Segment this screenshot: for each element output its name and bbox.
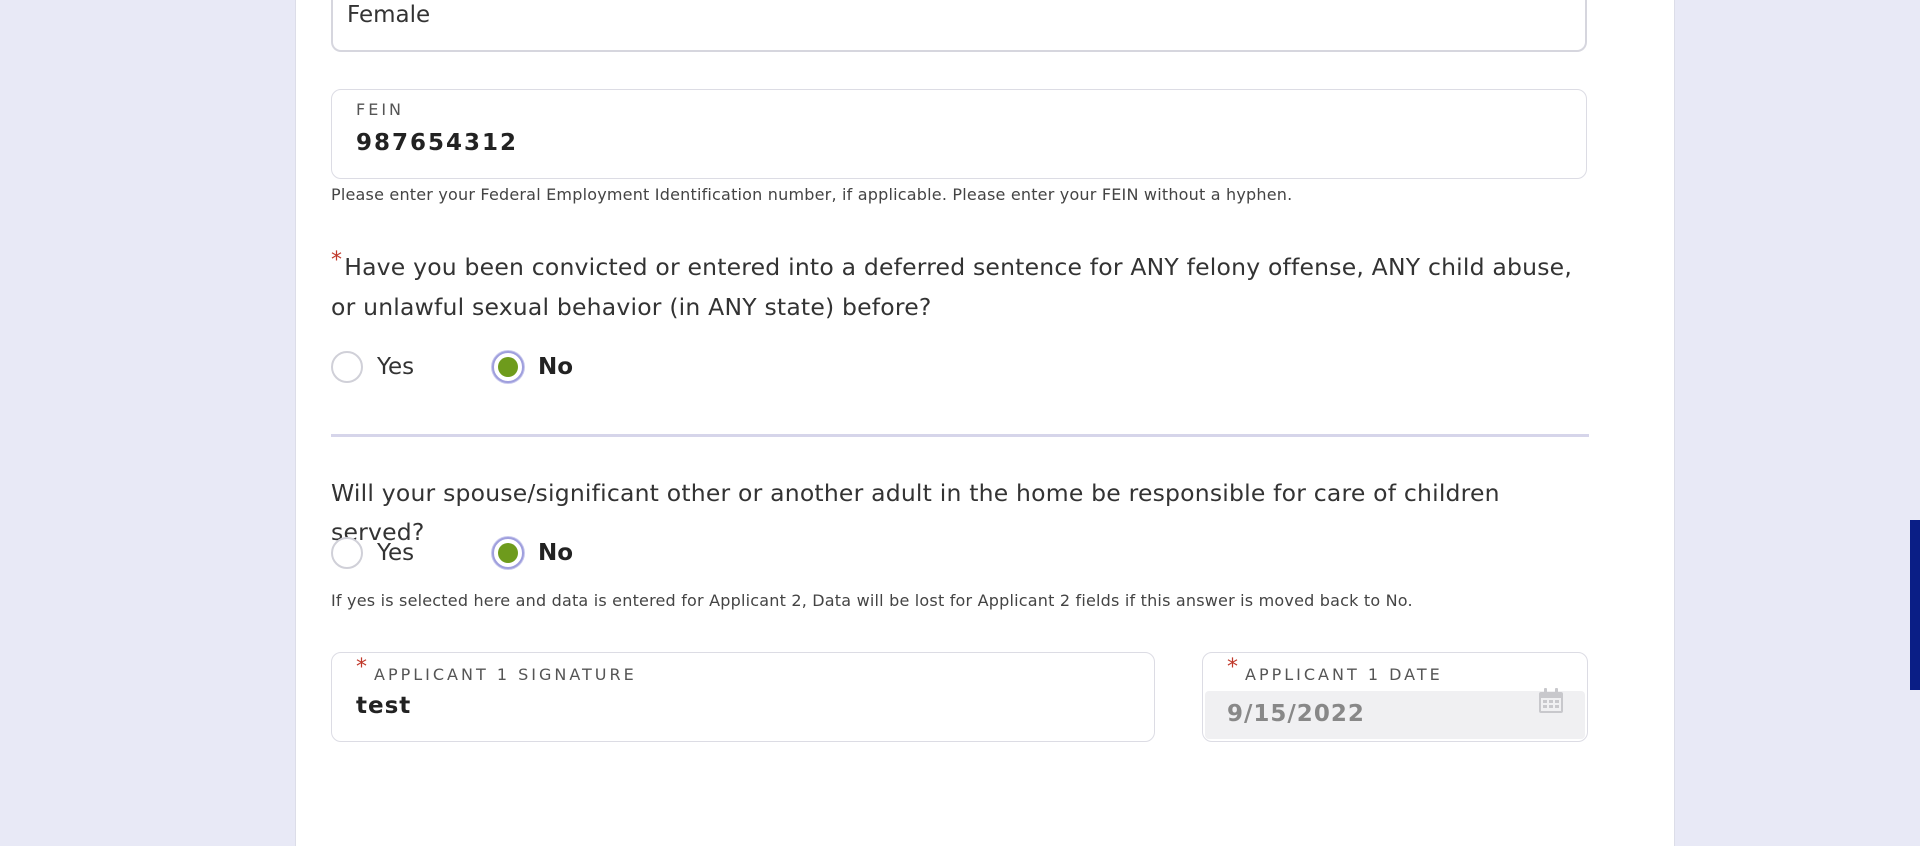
signature-label: APPLICANT 1 SIGNATURE [374,665,637,684]
gender-value: Female [347,2,431,28]
radio-label-no: No [538,354,574,380]
signature-value[interactable]: test [356,693,411,719]
applicant-1-date-field[interactable]: * APPLICANT 1 DATE 9/15/2022 [1202,652,1588,742]
required-mark: * [1227,655,1238,680]
radio-label-no: No [538,540,574,566]
fein-label: FEIN [356,100,404,119]
fein-help-text: Please enter your Federal Employment Ide… [331,185,1293,204]
felony-yes-radio[interactable]: Yes [331,351,414,383]
radio-dot [498,357,518,377]
calendar-icon[interactable] [1537,687,1565,715]
spouse-no-radio[interactable]: No [492,537,573,569]
spouse-yes-radio[interactable]: Yes [331,537,414,569]
felony-question-text: Have you been convicted or entered into … [331,253,1573,321]
radio-circle[interactable] [331,537,363,569]
radio-circle[interactable] [331,351,363,383]
gender-field[interactable]: Female [331,0,1587,52]
date-label: APPLICANT 1 DATE [1245,665,1443,684]
scrollbar-track[interactable] [1910,0,1920,846]
applicant-1-signature-field[interactable]: * APPLICANT 1 SIGNATURE test [331,652,1155,742]
required-mark: * [356,655,367,680]
radio-dot [498,543,518,563]
radio-label-yes: Yes [377,354,415,380]
felony-no-radio[interactable]: No [492,351,573,383]
felony-question: *Have you been convicted or entered into… [331,248,1591,327]
radio-label-yes: Yes [377,540,415,566]
fein-field[interactable]: FEIN 987654312 [331,89,1587,179]
spouse-help-text: If yes is selected here and data is ente… [331,591,1413,610]
radio-circle-selected[interactable] [492,537,524,569]
scrollbar-thumb[interactable] [1910,520,1920,690]
date-value[interactable]: 9/15/2022 [1227,701,1365,727]
required-mark: * [331,248,343,273]
section-divider [331,434,1589,437]
radio-circle-selected[interactable] [492,351,524,383]
spouse-question-text: Will your spouse/significant other or an… [331,479,1500,546]
fein-value[interactable]: 987654312 [356,130,518,156]
